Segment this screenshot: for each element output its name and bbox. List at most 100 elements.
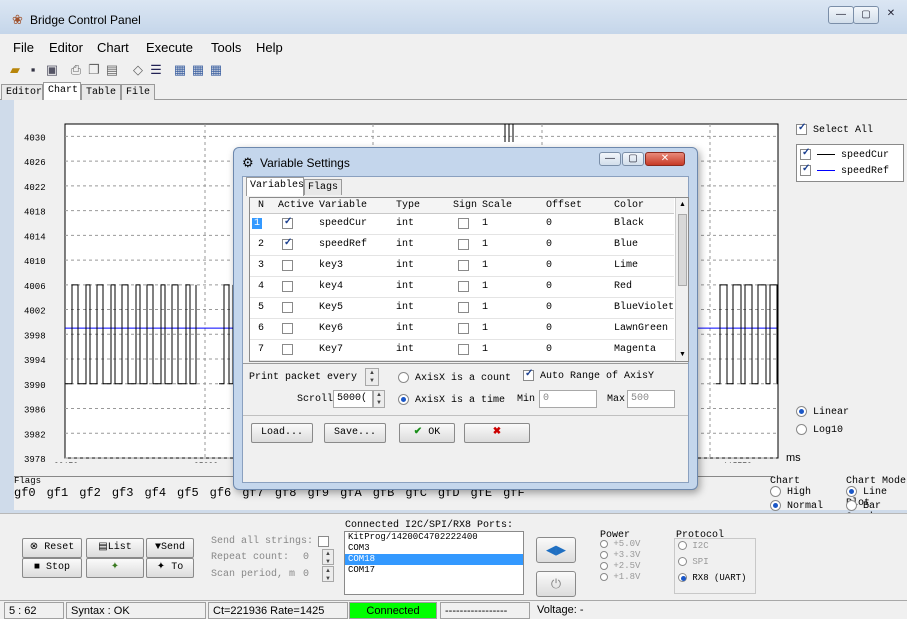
tab-file[interactable]: File xyxy=(121,84,155,100)
cell-color[interactable]: Lime xyxy=(614,260,638,271)
flag-gf4[interactable]: gf4 xyxy=(144,486,166,500)
grid-row[interactable]: 1 speedCur int 1 0 Black xyxy=(250,214,674,235)
power-radio[interactable] xyxy=(600,550,608,559)
grid-row[interactable]: 6 Key6 int 1 0 LawnGreen xyxy=(250,319,674,340)
cell-variable[interactable]: Key5 xyxy=(319,302,343,313)
scroll-stepper[interactable]: ▲ ▼ xyxy=(373,390,385,408)
chart-icon-1[interactable]: ▦ xyxy=(172,62,188,78)
cell-variable[interactable]: key3 xyxy=(319,260,343,271)
series-checkbox[interactable] xyxy=(800,163,811,176)
flag-gf3[interactable]: gf3 xyxy=(112,486,134,500)
power-radio[interactable] xyxy=(600,572,608,581)
ok-button[interactable]: ✔ OK xyxy=(399,423,455,443)
cell-n[interactable]: 1 xyxy=(252,218,263,229)
cell-scale[interactable]: 1 xyxy=(482,239,488,250)
cell-scale[interactable]: 1 xyxy=(482,302,488,313)
active-checkbox[interactable] xyxy=(282,237,293,250)
sign-checkbox[interactable] xyxy=(458,239,469,250)
menu-help[interactable]: Help xyxy=(256,40,283,55)
repeat-count-value[interactable]: 0 xyxy=(303,552,309,563)
cell-color[interactable]: BlueViolet xyxy=(614,302,674,313)
open-icon[interactable]: ▰ xyxy=(7,62,23,78)
cell-color[interactable]: LawnGreen xyxy=(614,323,668,334)
active-checkbox[interactable] xyxy=(282,302,293,313)
grid-row[interactable]: 7 Key7 int 1 0 Magenta xyxy=(250,340,674,361)
flag-gf5[interactable]: gf5 xyxy=(177,486,199,500)
protocol-option[interactable]: RX8 (UART) xyxy=(678,573,746,589)
sign-checkbox[interactable] xyxy=(458,323,469,334)
power-option[interactable]: +5.0V xyxy=(600,539,640,550)
save-icon[interactable]: ▪ xyxy=(25,62,41,78)
axisx-time-option[interactable]: AxisX is a time xyxy=(398,394,505,406)
cell-type[interactable]: int xyxy=(396,239,414,250)
chip-icon[interactable]: ▣ xyxy=(44,62,60,78)
bar-graph-radio[interactable] xyxy=(846,500,857,511)
line-plot-radio[interactable] xyxy=(846,486,857,497)
wand-button[interactable]: ✦ xyxy=(86,558,144,578)
menu-editor[interactable]: Editor xyxy=(49,40,83,55)
legend-item[interactable]: speedCur xyxy=(800,147,889,161)
repeat-stepper[interactable]: ▲ ▼ xyxy=(322,549,334,565)
grid-scrollbar[interactable]: ▲ ▼ xyxy=(675,198,688,361)
min-input[interactable]: 0 xyxy=(539,390,597,408)
dialog-maximize-button[interactable]: ▢ xyxy=(622,152,644,166)
port-item[interactable]: COM18 xyxy=(345,554,523,565)
cell-type[interactable]: int xyxy=(396,281,414,292)
active-checkbox[interactable] xyxy=(282,260,293,271)
auto-range-option[interactable]: Auto Range of AxisY xyxy=(523,368,654,382)
cell-scale[interactable]: 1 xyxy=(482,218,488,229)
cell-type[interactable]: int xyxy=(396,218,414,229)
dialog-close-button[interactable]: ✕ xyxy=(645,152,685,166)
cancel-button[interactable]: ✖ xyxy=(464,423,530,443)
port-item[interactable]: COM3 xyxy=(345,543,523,554)
print-packet-stepper[interactable]: ▲ ▼ xyxy=(365,368,379,386)
tab-chart[interactable]: Chart xyxy=(43,82,81,101)
sign-checkbox[interactable] xyxy=(458,302,469,313)
tab-editor[interactable]: Editor xyxy=(1,84,43,100)
tab-flags[interactable]: Flags xyxy=(304,179,342,195)
cell-offset[interactable]: 0 xyxy=(546,239,552,250)
cell-offset[interactable]: 0 xyxy=(546,260,552,271)
cell-scale[interactable]: 1 xyxy=(482,323,488,334)
grid-row[interactable]: 2 speedRef int 1 0 Blue xyxy=(250,235,674,256)
scan-period-value[interactable]: 0 xyxy=(303,569,309,580)
paste-icon[interactable]: ▤ xyxy=(104,62,120,78)
tab-variables[interactable]: Variables xyxy=(246,177,304,196)
cell-offset[interactable]: 0 xyxy=(546,218,552,229)
cell-variable[interactable]: speedCur xyxy=(319,218,367,229)
flag-gf2[interactable]: gf2 xyxy=(79,486,101,500)
cell-type[interactable]: int xyxy=(396,260,414,271)
sign-checkbox[interactable] xyxy=(458,260,469,271)
eraser-icon[interactable]: ◇ xyxy=(130,62,146,78)
sign-checkbox[interactable] xyxy=(458,344,469,355)
high-option[interactable]: High xyxy=(770,486,811,498)
cell-scale[interactable]: 1 xyxy=(482,281,488,292)
cell-n[interactable]: 7 xyxy=(258,344,264,355)
send-all-checkbox[interactable] xyxy=(318,536,329,547)
cell-type[interactable]: int xyxy=(396,344,414,355)
cell-scale[interactable]: 1 xyxy=(482,260,488,271)
cell-n[interactable]: 6 xyxy=(258,323,264,334)
list-button[interactable]: ▤List xyxy=(86,538,144,558)
power-radio[interactable] xyxy=(600,539,608,548)
axisx-time-radio[interactable] xyxy=(398,394,409,405)
cell-offset[interactable]: 0 xyxy=(546,302,552,313)
active-checkbox[interactable] xyxy=(282,344,293,355)
to-button[interactable]: ✦ To xyxy=(146,558,194,578)
high-radio[interactable] xyxy=(770,486,781,497)
maximize-button[interactable]: ▢ xyxy=(853,6,879,24)
chart-icon-2[interactable]: ▦ xyxy=(190,62,206,78)
cell-n[interactable]: 2 xyxy=(258,239,264,250)
cell-n[interactable]: 5 xyxy=(258,302,264,313)
normal-option[interactable]: Normal xyxy=(770,500,823,512)
reset-button[interactable]: ⊗ Reset xyxy=(22,538,82,558)
sign-checkbox[interactable] xyxy=(458,218,469,229)
protocol-option[interactable]: SPI xyxy=(678,557,746,573)
protocol-option[interactable]: I2C xyxy=(678,541,746,557)
max-input[interactable]: 500 xyxy=(627,390,675,408)
power-option[interactable]: +3.3V xyxy=(600,550,640,561)
close-button[interactable]: ✕ xyxy=(878,6,904,24)
active-checkbox[interactable] xyxy=(282,323,293,334)
cell-color[interactable]: Black xyxy=(614,218,644,229)
cell-variable[interactable]: speedRef xyxy=(319,239,367,250)
